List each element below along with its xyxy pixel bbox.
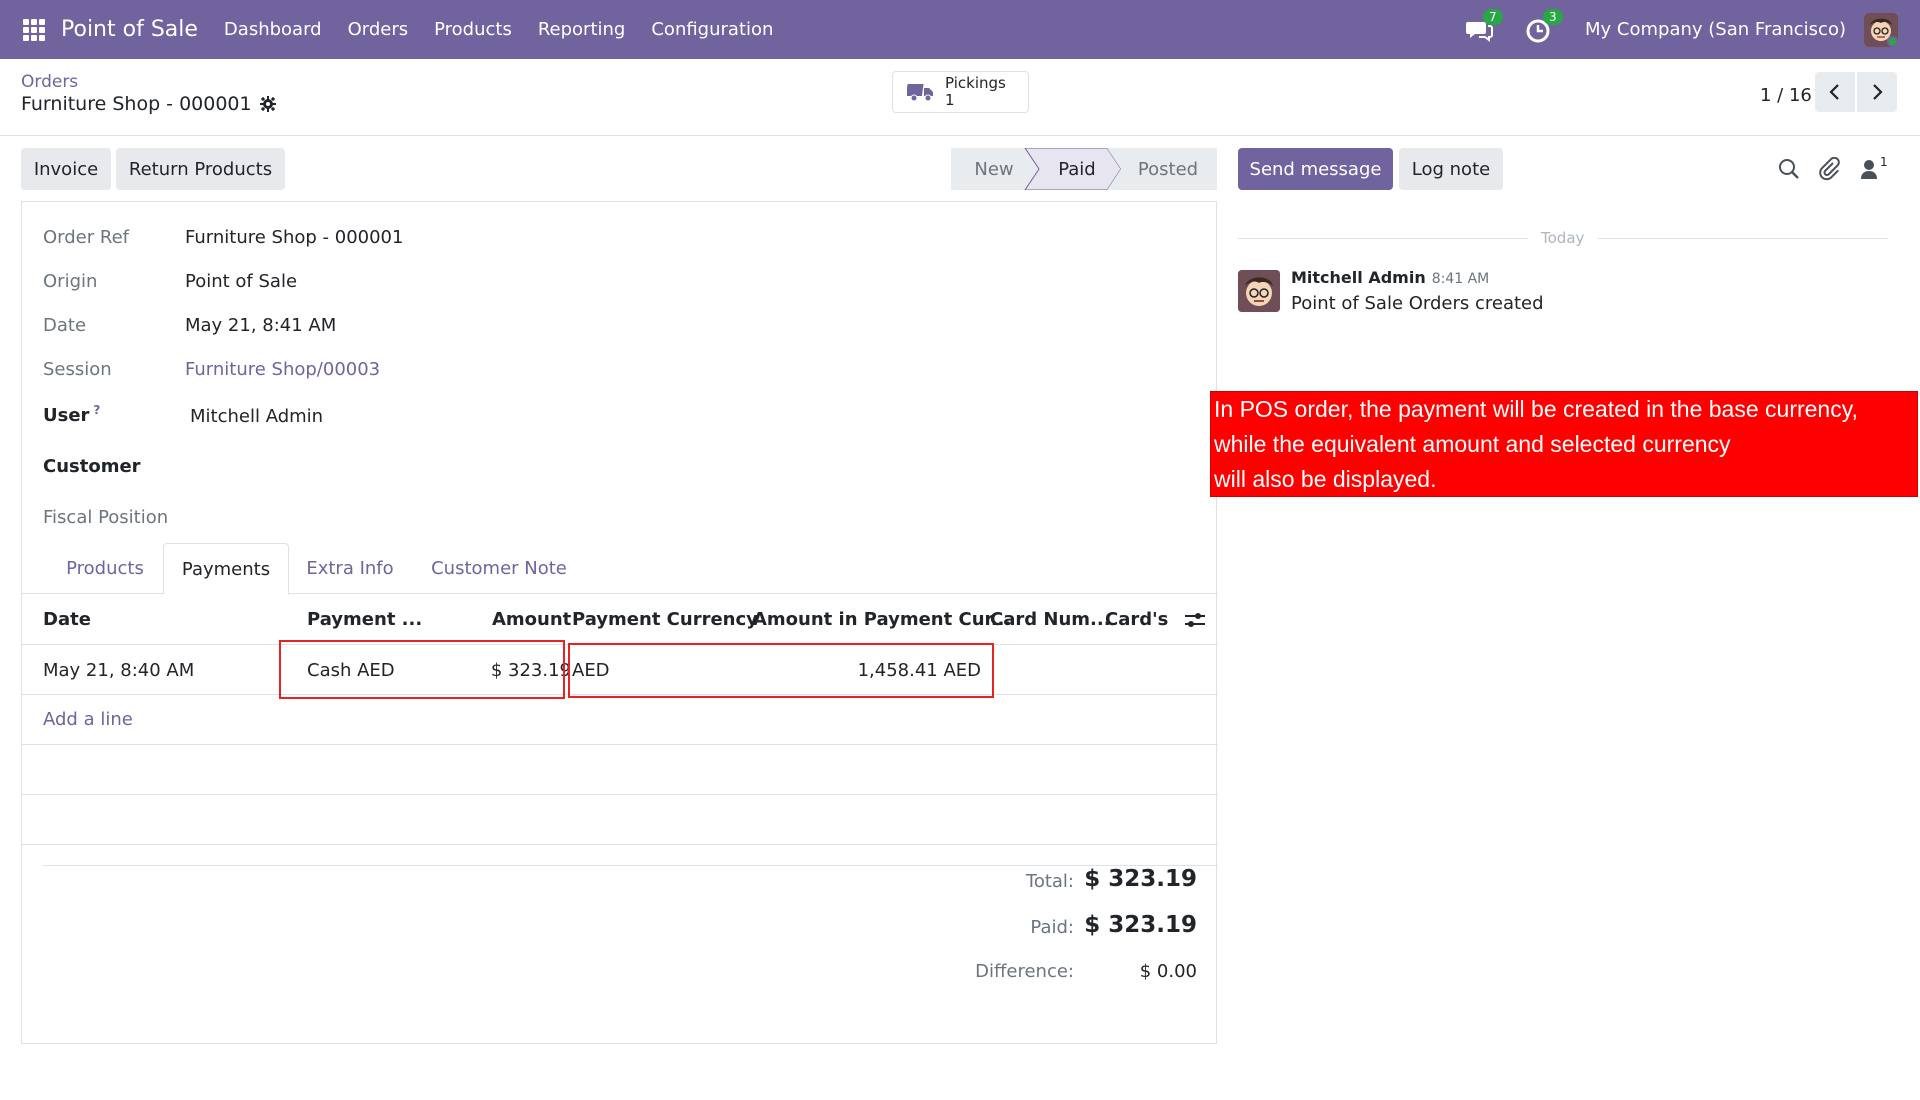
invoice-button[interactable]: Invoice — [21, 148, 111, 190]
send-message-button[interactable]: Send message — [1238, 148, 1393, 190]
optional-columns-icon[interactable] — [1184, 610, 1206, 630]
gear-icon[interactable] — [259, 96, 276, 112]
company-switcher[interactable]: My Company (San Francisco) — [1585, 19, 1846, 40]
paid-label: Paid: — [1030, 917, 1074, 938]
message-body: Point of Sale Orders created — [1291, 293, 1544, 314]
pickings-count: 1 — [945, 91, 955, 109]
activities-clock-icon[interactable]: 3 — [1525, 8, 1563, 44]
date-separator-text: Today — [1541, 229, 1585, 247]
fiscal-position-label: Fiscal Position — [43, 507, 169, 528]
message-author-avatar[interactable] — [1238, 270, 1280, 312]
callout-line-2: while the equivalent amount and selected… — [1214, 431, 1731, 457]
record-title-text: Furniture Shop - 000001 — [21, 93, 252, 115]
breadcrumb-orders[interactable]: Orders — [21, 72, 78, 92]
column-amount-in-currency[interactable]: Amount in Payment Cur... — [753, 609, 1011, 630]
user-label-text: User — [43, 405, 90, 426]
menu-configuration[interactable]: Configuration — [651, 19, 773, 40]
column-amount[interactable]: Amount — [492, 609, 571, 630]
customer-label: Customer — [43, 456, 141, 477]
menu-dashboard[interactable]: Dashboard — [224, 19, 322, 40]
column-date[interactable]: Date — [43, 609, 91, 630]
form-sheet: Order Ref Furniture Shop - 000001 Origin… — [21, 201, 1218, 1044]
top-navbar: Point of Sale Dashboard Orders Products … — [0, 0, 1920, 59]
followers-button[interactable]: 1 — [1860, 155, 1894, 183]
column-card-brand[interactable]: Card's B — [1105, 609, 1175, 630]
callout-line-1: In POS order, the payment will be create… — [1214, 396, 1858, 422]
payment-date-cell: May 21, 8:40 AM — [43, 660, 195, 681]
status-paid[interactable]: Paid — [1035, 148, 1119, 190]
online-status-dot — [1887, 35, 1898, 47]
pager-previous-button[interactable] — [1815, 72, 1855, 112]
user-value[interactable]: Mitchell Admin — [190, 406, 323, 427]
empty-row — [22, 795, 1218, 845]
followers-count: 1 — [1880, 155, 1888, 169]
tab-customer-note[interactable]: Customer Note — [420, 543, 578, 594]
payment-method-amount-highlight — [279, 640, 565, 699]
paid-value: $ 323.19 — [1084, 912, 1197, 938]
tab-extra-info[interactable]: Extra Info — [290, 543, 410, 594]
menu-orders[interactable]: Orders — [348, 19, 409, 40]
chevron-right-icon — [1873, 84, 1883, 100]
add-a-line-link[interactable]: Add a line — [43, 709, 133, 730]
total-value: $ 323.19 — [1084, 866, 1197, 892]
tab-payments[interactable]: Payments — [163, 543, 289, 595]
message-author-name[interactable]: Mitchell Admin — [1291, 268, 1426, 287]
pager-next-button[interactable] — [1857, 72, 1897, 112]
date-label: Date — [43, 315, 87, 336]
truck-icon — [907, 84, 933, 102]
difference-label: Difference: — [975, 961, 1074, 982]
message-author[interactable]: Mitchell Admin 8:41 AM — [1291, 268, 1489, 287]
paperclip-icon[interactable] — [1817, 157, 1841, 181]
messages-icon[interactable]: 7 — [1465, 8, 1503, 44]
date-value: May 21, 8:41 AM — [185, 315, 337, 336]
pickings-label: Pickings — [945, 74, 1006, 92]
chevron-left-icon — [1829, 84, 1839, 100]
add-line-row — [22, 695, 1218, 745]
session-label: Session — [43, 359, 112, 380]
status-bar: New Paid Posted — [951, 148, 1217, 190]
control-panel: Orders Furniture Shop - 000001 Pickings … — [0, 59, 1920, 136]
pickings-smart-button[interactable]: Pickings 1 — [892, 71, 1029, 113]
order-ref-value: Furniture Shop - 000001 — [185, 227, 404, 248]
total-label: Total: — [1025, 871, 1074, 892]
menu-reporting[interactable]: Reporting — [538, 19, 626, 40]
activities-count-badge: 3 — [1543, 8, 1563, 25]
record-title: Furniture Shop - 000001 — [21, 93, 276, 115]
date-separator: Today — [1238, 229, 1888, 249]
help-tooltip-icon[interactable]: ? — [93, 403, 100, 417]
status-posted[interactable]: Posted — [1119, 148, 1217, 190]
order-ref-label: Order Ref — [43, 227, 129, 248]
return-products-button[interactable]: Return Products — [116, 148, 285, 190]
log-note-button[interactable]: Log note — [1399, 148, 1503, 190]
column-payment-method[interactable]: Payment ... — [307, 609, 422, 630]
callout-line-3: will also be displayed. — [1214, 466, 1437, 492]
app-name[interactable]: Point of Sale — [61, 17, 198, 42]
user-avatar[interactable] — [1864, 12, 1898, 47]
origin-value: Point of Sale — [185, 271, 298, 292]
notebook-tabs: Products Payments Extra Info Customer No… — [22, 543, 1218, 595]
menu-products[interactable]: Products — [434, 19, 512, 40]
payments-table-header: Date Payment ... Amount Payment Currency… — [22, 594, 1218, 645]
message-time: 8:41 AM — [1431, 271, 1490, 287]
tab-products[interactable]: Products — [42, 543, 168, 594]
apps-grid-icon[interactable] — [23, 18, 45, 41]
empty-row — [22, 745, 1218, 795]
session-link[interactable]: Furniture Shop/00003 — [185, 359, 380, 380]
status-new[interactable]: New — [951, 148, 1037, 190]
origin-label: Origin — [43, 271, 98, 292]
search-icon[interactable] — [1777, 157, 1801, 181]
column-card-number[interactable]: Card Num... — [990, 609, 1111, 630]
annotation-callout: In POS order, the payment will be create… — [1210, 391, 1918, 497]
user-icon — [1861, 160, 1877, 179]
user-label: User? — [43, 403, 100, 426]
difference-value: $ 0.00 — [1139, 961, 1197, 982]
column-payment-currency[interactable]: Payment Currency — [572, 609, 758, 630]
pager-value[interactable]: 1 / 16 — [1760, 85, 1812, 106]
totals-divider — [43, 865, 1218, 866]
messages-count-badge: 7 — [1483, 8, 1503, 25]
currency-amount-highlight — [568, 643, 994, 698]
